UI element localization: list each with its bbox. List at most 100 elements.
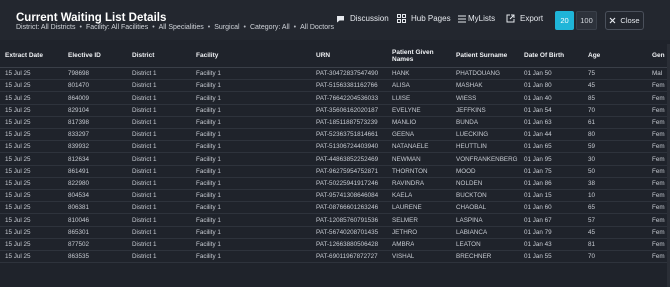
elective-id-cell: 804534 [68, 192, 90, 200]
urn-cell: PAT-69011967872727 [316, 253, 378, 261]
urn-cell: PAT-76642204536033 [316, 94, 379, 102]
gender-cell: Fem [652, 253, 665, 261]
given-names-cell: JETHRO [392, 228, 418, 236]
page-title: Current Waiting List Details [16, 12, 167, 24]
export-icon [506, 14, 515, 23]
district-cell: District 1 [132, 167, 157, 175]
given-names-cell: VISHAL [392, 253, 415, 261]
extract-date-cell: 15 Jul 25 [5, 179, 31, 187]
given-names-cell: LAURENE [392, 204, 422, 212]
table-row[interactable]: 15 Jul 25 861491 District 1 Facility 1 PAT-9… [0, 166, 670, 178]
facility-cell: Facility 1 [196, 167, 221, 175]
close-button[interactable]: Close [605, 11, 644, 30]
district-cell: District 1 [132, 70, 157, 78]
column-header-surname[interactable]: Patient Surname [456, 44, 507, 67]
age-cell: 65 [588, 204, 596, 212]
close-icon [609, 17, 616, 24]
column-header-elective-id[interactable]: Elective ID [68, 44, 101, 67]
district-cell: District 1 [132, 240, 157, 248]
facility-cell: Facility 1 [196, 216, 221, 224]
given-names-cell: SELMER [392, 216, 418, 224]
separator: • [243, 24, 246, 31]
table-row[interactable]: 15 Jul 25 806381 District 1 Facility 1 PAT-0… [0, 202, 670, 215]
elective-id-cell: 839932 [68, 143, 90, 151]
column-header-district[interactable]: District [132, 44, 154, 67]
column-header-gender[interactable]: Gen [652, 44, 665, 67]
gender-cell: Fem [652, 216, 665, 224]
extract-date-cell: 15 Jul 25 [5, 155, 31, 163]
column-header-given-names[interactable]: Patient Given Names [392, 44, 448, 67]
table-row[interactable]: 15 Jul 25 804534 District 1 Facility 1 PAT-9… [0, 190, 670, 203]
age-cell: 10 [588, 192, 596, 200]
hub-pages-button[interactable]: Hub Pages [397, 14, 451, 23]
table-row[interactable]: 15 Jul 25 865301 District 1 Facility 1 PAT-5… [0, 227, 670, 239]
export-button[interactable]: Export [506, 14, 543, 23]
district-cell: District 1 [132, 143, 157, 151]
age-cell: 30 [588, 155, 596, 163]
column-header-extract-date[interactable]: Extract Date [5, 44, 43, 67]
age-cell: 38 [588, 179, 596, 187]
extract-date-cell: 15 Jul 25 [5, 70, 31, 78]
column-header-age[interactable]: Age [588, 44, 600, 67]
column-header-urn[interactable]: URN [316, 44, 330, 67]
age-cell: 45 [588, 82, 596, 90]
facility-cell: Facility 1 [196, 192, 221, 200]
dob-cell: 01 Jan 79 [524, 228, 552, 236]
column-header-facility[interactable]: Facility [196, 44, 218, 67]
table-row[interactable]: 15 Jul 25 833297 District 1 Facility 1 PAT-5… [0, 129, 670, 142]
elective-id-cell: 801470 [68, 82, 90, 90]
surname-cell: NOLDEN [456, 179, 483, 187]
mylists-label: MyLists [468, 14, 496, 23]
gender-cell: Fem [652, 192, 665, 200]
page-size-20-button[interactable]: 20 [555, 11, 574, 30]
elective-id-cell: 833297 [68, 131, 90, 139]
given-names-cell: GEENA [392, 131, 415, 139]
list-icon [458, 15, 466, 22]
age-cell: 59 [588, 143, 596, 151]
header-bar: Current Waiting List Details District: A… [0, 0, 670, 40]
facility-cell: Facility 1 [196, 228, 221, 236]
gender-cell: Fem [652, 131, 665, 139]
extract-date-cell: 15 Jul 25 [5, 106, 31, 114]
district-cell: District 1 [132, 192, 157, 200]
hub-pages-label: Hub Pages [411, 14, 451, 23]
dob-cell: 01 Jan 60 [524, 204, 552, 212]
mylists-button[interactable]: MyLists [458, 14, 495, 23]
gender-cell: Fem [652, 179, 665, 187]
urn-cell: PAT-52363751814661 [316, 131, 379, 139]
surname-cell: HEUTTLIN [456, 143, 487, 151]
page-size-100-button[interactable]: 100 [576, 11, 597, 30]
table-row[interactable]: 15 Jul 25 812634 District 1 Facility 1 PAT-4… [0, 153, 670, 166]
surname-cell: BUCKTON [456, 192, 487, 200]
extract-date-cell: 15 Jul 25 [5, 94, 31, 102]
extract-date-cell: 15 Jul 25 [5, 228, 31, 236]
facility-cell: Facility 1 [196, 240, 221, 248]
table-row[interactable]: 15 Jul 25 817398 District 1 Facility 1 PAT-1… [0, 117, 670, 130]
district-cell: District 1 [132, 118, 157, 126]
given-names-cell: THORNTON [392, 167, 428, 175]
district-cell: District 1 [132, 94, 157, 102]
district-cell: District 1 [132, 253, 157, 261]
dob-cell: 01 Jan 15 [524, 192, 552, 200]
grid-icon [397, 14, 406, 23]
table-row[interactable]: 15 Jul 25 822980 District 1 Facility 1 PAT-5… [0, 178, 670, 191]
given-names-cell: ALISA [392, 82, 410, 90]
table-row[interactable]: 15 Jul 25 877502 District 1 Facility 1 PAT-1… [0, 239, 670, 252]
given-names-cell: LUISE [392, 94, 411, 102]
given-names-cell: MANLIO [392, 118, 417, 126]
table-row[interactable]: 15 Jul 25 839932 District 1 Facility 1 PAT-5… [0, 141, 670, 154]
table-row[interactable]: 15 Jul 25 810046 District 1 Facility 1 PAT-1… [0, 214, 670, 227]
filter-summary: District: All Districts • Facility: All Fa… [16, 24, 334, 31]
extract-date-cell: 15 Jul 25 [5, 216, 31, 224]
table-row[interactable]: 15 Jul 25 801470 District 1 Facility 1 PAT-5… [0, 80, 670, 93]
table-row[interactable]: 15 Jul 25 829104 District 1 Facility 1 PAT-3… [0, 105, 670, 117]
table-row[interactable]: 15 Jul 25 863535 District 1 Facility 1 PAT-6… [0, 251, 670, 264]
column-header-dob[interactable]: Date Of Birth [524, 44, 564, 67]
table-row[interactable]: 15 Jul 25 798698 District 1 Facility 1 PAT-3… [0, 68, 670, 81]
elective-id-cell: 822980 [68, 179, 90, 187]
close-label: Close [620, 16, 640, 25]
surname-cell: MOOD [456, 167, 476, 175]
separator: • [207, 24, 211, 31]
discussion-button[interactable]: Discussion [336, 14, 389, 23]
table-row[interactable]: 15 Jul 25 864009 District 1 Facility 1 PAT-7… [0, 92, 670, 105]
